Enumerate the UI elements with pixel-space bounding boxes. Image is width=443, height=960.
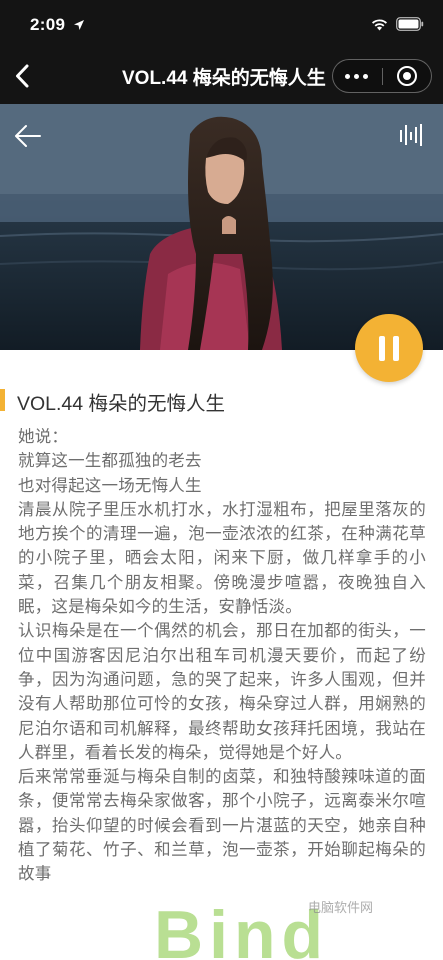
article-paragraph: 她说： xyxy=(18,427,69,446)
article-title: VOL.44 梅朵的无悔人生 xyxy=(17,393,226,415)
audio-visualizer-button[interactable] xyxy=(398,122,426,148)
status-time: 2:09 xyxy=(30,15,66,34)
svg-text:电脑软件网: 电脑软件网 xyxy=(308,901,373,916)
battery-icon xyxy=(396,17,424,31)
arrow-left-icon xyxy=(15,125,41,147)
article-body: 她说： 就算这一生都孤独的老去 也对得起这一场无悔人生 清晨从院子里压水机打水，… xyxy=(18,425,426,887)
chevron-left-icon xyxy=(16,64,29,88)
player-back-button[interactable] xyxy=(12,122,44,150)
back-button[interactable] xyxy=(8,60,40,92)
svg-text:Bind: Bind xyxy=(154,897,329,960)
nav-bar: VOL.44 梅朵的无悔人生 xyxy=(0,48,443,104)
article-paragraph: 就算这一生都孤独的老去 xyxy=(18,451,202,471)
page-title: VOL.44 梅朵的无悔人生 xyxy=(122,68,326,89)
article-header: VOL.44 梅朵的无悔人生 xyxy=(0,384,443,416)
cover-image xyxy=(0,104,443,350)
more-button[interactable] xyxy=(333,60,382,92)
article-paragraph: 后来常常垂涎与梅朵自制的卤菜，和独特酸辣味道的面条，便常常去梅朵家做客，那个小院… xyxy=(18,767,426,884)
pause-button[interactable] xyxy=(355,314,423,382)
close-miniprogram-button[interactable] xyxy=(383,60,431,92)
title-accent-bar xyxy=(0,389,5,411)
article-paragraph: 也对得起这一场无悔人生 xyxy=(18,475,202,495)
miniprogram-capsule xyxy=(332,59,432,93)
location-arrow-icon xyxy=(74,20,84,30)
status-bar: 2:09 xyxy=(0,0,443,48)
article-paragraph: 清晨从院子里压水机打水，水打湿粗布，把屋里落灰的地方挨个的清理一遍，泡一壶浓浓的… xyxy=(18,499,426,617)
audio-wave-icon xyxy=(400,124,422,146)
wifi-icon xyxy=(372,19,387,31)
cover-photo xyxy=(0,104,443,350)
watermark-logo: Bind 电脑软件网 xyxy=(154,897,373,960)
article-paragraph: 认识梅朵是在一个偶然的机会，那日在加都的街头，一位中国游客因尼泊尔出租车司机漫天… xyxy=(18,621,426,762)
